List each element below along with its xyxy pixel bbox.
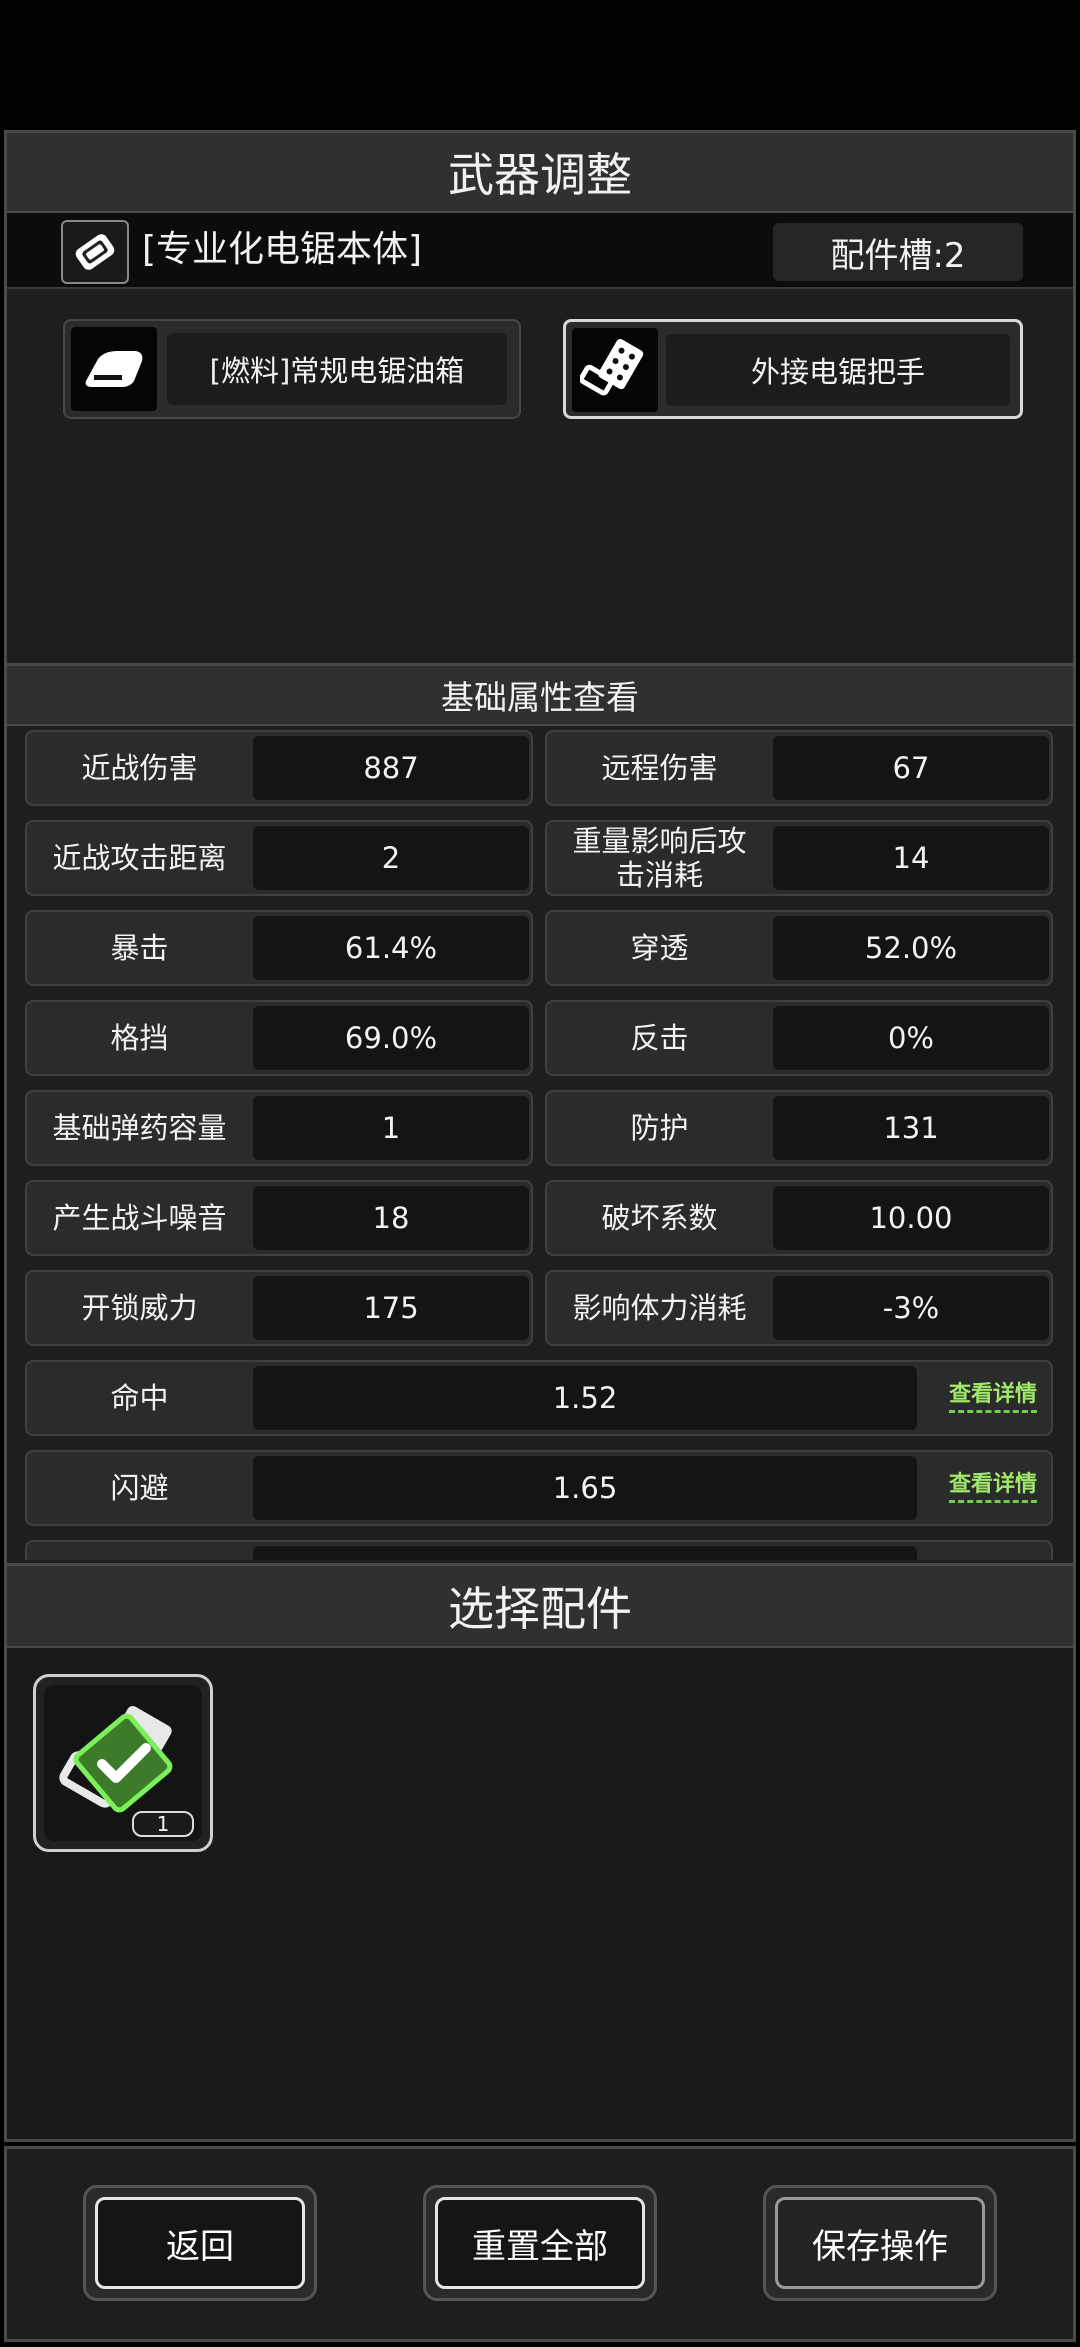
attr-label: 闪避 [110, 1471, 169, 1505]
attr-ranged-damage: 远程伤害 67 [545, 730, 1053, 806]
attr-accuracy: 命中 1.52 查看详情 [25, 1360, 1053, 1436]
accessory-item-saw-handle[interactable]: 1 [33, 1674, 213, 1852]
attr-label: 反击 [630, 1021, 689, 1055]
attr-label: 格挡 [110, 1021, 169, 1055]
choose-accessory-panel: 选择配件 1 [4, 1566, 1076, 2142]
attr-value: 1.52 [253, 1366, 917, 1430]
attr-block: 格挡 69.0% [25, 1000, 533, 1076]
attr-value: 69.0% [253, 1006, 529, 1070]
attr-protection: 防护 131 [545, 1090, 1053, 1166]
attr-label: 穿透 [630, 931, 689, 965]
attr-destruction-factor: 破坏系数 10.00 [545, 1180, 1053, 1256]
attr-value: 52.0% [773, 916, 1049, 980]
attr-label: 重量影响后攻击消耗 [572, 824, 747, 892]
attr-label: 开锁威力 [81, 1291, 198, 1325]
attr-value: 175 [253, 1276, 529, 1340]
attr-label: 近战攻击距离 [52, 841, 227, 875]
weapon-row: [专业化电锯本体] 配件槽:2 [7, 213, 1073, 289]
attr-value: 67 [773, 736, 1049, 800]
attr-label: 远程伤害 [601, 751, 718, 785]
back-button-label: 返回 [95, 2197, 305, 2289]
attr-lockpick-power: 开锁威力 175 [25, 1270, 533, 1346]
attr-label: 基础弹药容量 [52, 1111, 227, 1145]
attr-value: 18 [253, 1186, 529, 1250]
base-attributes-title: 基础属性查看 [7, 666, 1073, 726]
accessory-slot-saw-handle[interactable]: 外接电锯把手 [563, 319, 1023, 419]
attr-value [253, 1546, 917, 1560]
attr-label: 防护 [630, 1111, 689, 1145]
accessory-slot-count: 配件槽:2 [773, 223, 1023, 281]
view-details-link-dodge[interactable]: 查看详情 [948, 1466, 1037, 1503]
accessory-slot-fuel-tank[interactable]: [燃料]常规电锯油箱 [63, 319, 521, 419]
fuel-tank-icon [71, 327, 157, 411]
attr-value: 131 [773, 1096, 1049, 1160]
attr-ammo-capacity: 基础弹药容量 1 [25, 1090, 533, 1166]
attr-crit: 暴击 61.4% [25, 910, 533, 986]
attr-counter: 反击 0% [545, 1000, 1053, 1076]
reset-all-button-label: 重置全部 [435, 2197, 645, 2289]
attr-value: -3% [773, 1276, 1049, 1340]
attr-value: 14 [773, 826, 1049, 890]
back-button[interactable]: 返回 [83, 2185, 317, 2301]
weapon-name: [专业化电锯本体] [142, 229, 423, 270]
base-attributes-panel: 基础属性查看 近战伤害 887 远程伤害 67 近战攻击距离 2 重量影响后攻击… [4, 666, 1076, 1566]
attr-value: 2 [253, 826, 529, 890]
bottom-action-bar: 返回 重置全部 保存操作 [4, 2146, 1076, 2342]
attr-value: 887 [253, 736, 529, 800]
save-button-label: 保存操作 [775, 2197, 985, 2289]
attr-label: 破坏系数 [601, 1201, 718, 1235]
choose-accessory-title: 选择配件 [7, 1566, 1073, 1648]
attr-value: 1.65 [253, 1456, 917, 1520]
attr-stamina-cost: 影响体力消耗 -3% [545, 1270, 1053, 1346]
attr-label: 近战伤害 [81, 751, 198, 785]
attr-penetration: 穿透 52.0% [545, 910, 1053, 986]
item-count-badge: 1 [132, 1811, 194, 1837]
attr-melee-range: 近战攻击距离 2 [25, 820, 533, 896]
accessory-label: 外接电锯把手 [666, 334, 1010, 406]
attr-melee-damage: 近战伤害 887 [25, 730, 533, 806]
attr-dodge: 闪避 1.65 查看详情 [25, 1450, 1053, 1526]
attr-label: 产生战斗噪音 [52, 1201, 227, 1235]
view-details-link-accuracy[interactable]: 查看详情 [948, 1376, 1037, 1413]
attr-value: 0% [773, 1006, 1049, 1070]
chainsaw-icon [61, 220, 129, 284]
attr-label: 暴击 [110, 931, 169, 965]
saw-handle-icon [572, 328, 658, 412]
attributes-scroll-area[interactable]: 近战伤害 887 远程伤害 67 近战攻击距离 2 重量影响后攻击消耗 14 暴… [25, 730, 1061, 1560]
attr-value: 1 [253, 1096, 529, 1160]
weapon-adjust-title: 武器调整 [7, 133, 1073, 213]
attr-next-row-partial [25, 1540, 1053, 1560]
reset-all-button[interactable]: 重置全部 [423, 2185, 657, 2301]
attr-label: 命中 [110, 1381, 169, 1415]
attr-label: 影响体力消耗 [572, 1291, 747, 1325]
attr-value: 61.4% [253, 916, 529, 980]
weapon-adjust-panel: 武器调整 [专业化电锯本体] 配件槽:2 [燃料]常规电锯油箱 外接电锯把手 [4, 130, 1076, 666]
attr-weight-attack-cost: 重量影响后攻击消耗 14 [545, 820, 1053, 896]
save-button[interactable]: 保存操作 [763, 2185, 997, 2301]
accessory-label: [燃料]常规电锯油箱 [167, 333, 507, 405]
attr-combat-noise: 产生战斗噪音 18 [25, 1180, 533, 1256]
attr-value: 10.00 [773, 1186, 1049, 1250]
